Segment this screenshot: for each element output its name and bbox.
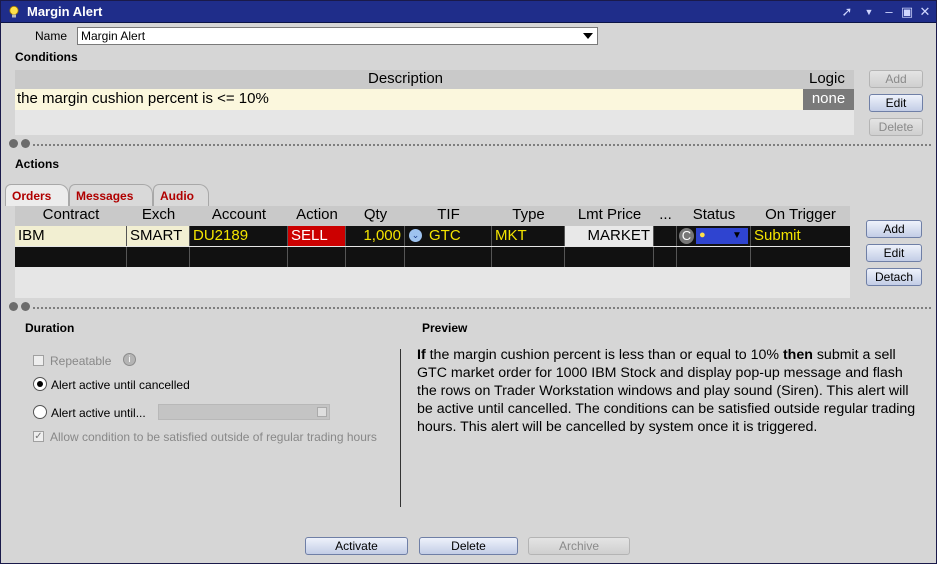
preview-divider	[400, 349, 401, 507]
condition-description[interactable]: the margin cushion percent is <= 10%	[15, 89, 803, 110]
activate-button[interactable]: Activate	[305, 537, 408, 555]
empty-cell	[190, 247, 288, 267]
duration-label: Duration	[25, 321, 75, 335]
empty-cell	[565, 247, 654, 267]
header-exch: Exch	[127, 206, 190, 226]
empty-cell	[405, 247, 492, 267]
conditions-table: Description Logic the margin cushion per…	[15, 70, 854, 135]
header-more: ...	[654, 206, 677, 226]
empty-cell	[346, 247, 405, 267]
outside-rth-label: Allow condition to be satisfied outside …	[50, 430, 377, 444]
empty-cell	[654, 247, 677, 267]
chevron-down-icon[interactable]: ▼	[732, 230, 742, 241]
empty-cell	[15, 247, 127, 267]
calendar-icon[interactable]	[317, 407, 327, 417]
orders-table: Contract Exch Account Action Qty TIF Typ…	[15, 206, 850, 298]
empty-cell	[288, 247, 346, 267]
collapse-up-icon[interactable]	[9, 139, 18, 148]
status-dropdown[interactable]: ● ▼	[696, 228, 748, 244]
condition-logic[interactable]: none	[803, 89, 854, 110]
tif-cell[interactable]: ⌄ GTC	[405, 226, 492, 246]
preview-text-1: the margin cushion percent is less than …	[425, 347, 783, 363]
title-bar: Margin Alert ➚ ▼ – ▣ ✕	[1, 1, 936, 23]
order-row[interactable]: IBM SMART DU2189 SELL 1,000 ⌄ GTC MKT MA…	[15, 226, 850, 246]
header-status: Status	[677, 206, 751, 226]
repeatable-checkbox[interactable]	[33, 355, 44, 366]
condition-edit-button[interactable]: Edit	[869, 94, 923, 112]
conditions-header: Description Logic	[15, 70, 854, 89]
empty-cell	[677, 247, 751, 267]
until-date-field[interactable]	[158, 404, 330, 420]
tab-messages[interactable]: Messages	[69, 184, 153, 206]
preview-label: Preview	[422, 321, 468, 335]
status-c-icon: C	[679, 228, 694, 244]
header-lmt-price: Lmt Price	[565, 206, 654, 226]
name-dropdown[interactable]: Margin Alert	[77, 27, 598, 45]
empty-cell	[492, 247, 565, 267]
tab-orders[interactable]: Orders	[5, 184, 69, 206]
more-cell[interactable]	[654, 226, 677, 246]
pin-icon[interactable]: ➚	[839, 4, 855, 20]
tab-audio[interactable]: Audio	[153, 184, 209, 206]
logic-header: Logic	[809, 70, 845, 87]
preview-if: If	[417, 347, 426, 363]
account-cell[interactable]: DU2189	[190, 226, 288, 246]
header-tif: TIF	[405, 206, 492, 226]
repeatable-label: Repeatable	[50, 354, 112, 368]
qty-cell[interactable]: 1,000	[346, 226, 405, 246]
name-value: Margin Alert	[81, 29, 146, 43]
header-contract: Contract	[15, 206, 127, 226]
window-title: Margin Alert	[27, 4, 103, 19]
until-cancelled-radio[interactable]	[33, 377, 47, 391]
header-account: Account	[190, 206, 288, 226]
until-cancelled-label: Alert active until cancelled	[51, 378, 190, 392]
action-cell[interactable]: SELL	[288, 226, 346, 246]
tif-value: GTC	[429, 227, 461, 244]
lightbulb-icon	[9, 5, 19, 18]
empty-order-row[interactable]	[15, 247, 850, 267]
clock-icon: ⌄	[409, 229, 422, 242]
until-date-radio[interactable]	[33, 405, 47, 419]
description-header: Description	[368, 70, 444, 87]
splitter-actions[interactable]	[33, 307, 931, 309]
maximize-icon[interactable]: ▣	[899, 4, 915, 20]
preview-text: If the margin cushion percent is less th…	[417, 346, 917, 436]
collapse-down-icon[interactable]	[21, 302, 30, 311]
archive-button[interactable]: Archive	[528, 537, 630, 555]
detach-button[interactable]: Detach	[866, 268, 922, 286]
collapse-down-icon[interactable]	[21, 139, 30, 148]
header-type: Type	[492, 206, 565, 226]
splitter-conditions[interactable]	[33, 144, 931, 146]
contract-cell[interactable]: IBM	[15, 226, 127, 246]
delete-button[interactable]: Delete	[419, 537, 518, 555]
condition-add-button[interactable]: Add	[869, 70, 923, 88]
chevron-down-icon[interactable]	[583, 33, 593, 39]
preview-then: then	[782, 347, 813, 363]
status-bulb-icon: ●	[699, 229, 706, 241]
radio-dot	[37, 381, 43, 387]
empty-cell	[127, 247, 190, 267]
status-cell[interactable]: C ● ▼	[677, 226, 751, 246]
actions-label: Actions	[15, 157, 60, 171]
info-icon[interactable]: i	[123, 353, 136, 366]
on-trigger-cell[interactable]: Submit	[751, 226, 850, 246]
lmt-price-cell[interactable]: MARKET	[565, 226, 654, 246]
close-icon[interactable]: ✕	[917, 4, 933, 20]
header-action: Action	[288, 206, 346, 226]
outside-rth-checkbox[interactable]: ✓	[33, 431, 44, 442]
until-date-label: Alert active until...	[51, 406, 146, 420]
name-label: Name	[35, 29, 68, 43]
conditions-label: Conditions	[15, 50, 78, 64]
margin-alert-window: Margin Alert ➚ ▼ – ▣ ✕ Name Margin Alert…	[0, 0, 937, 564]
menu-chevron-icon[interactable]: ▼	[861, 4, 877, 20]
type-cell[interactable]: MKT	[492, 226, 565, 246]
header-qty: Qty	[346, 206, 405, 226]
action-add-button[interactable]: Add	[866, 220, 922, 238]
action-edit-button[interactable]: Edit	[866, 244, 922, 262]
condition-delete-button[interactable]: Delete	[869, 118, 923, 136]
exch-cell[interactable]: SMART	[127, 226, 190, 246]
collapse-up-icon[interactable]	[9, 302, 18, 311]
header-on-trigger: On Trigger	[751, 206, 850, 226]
minimize-icon[interactable]: –	[881, 4, 897, 20]
